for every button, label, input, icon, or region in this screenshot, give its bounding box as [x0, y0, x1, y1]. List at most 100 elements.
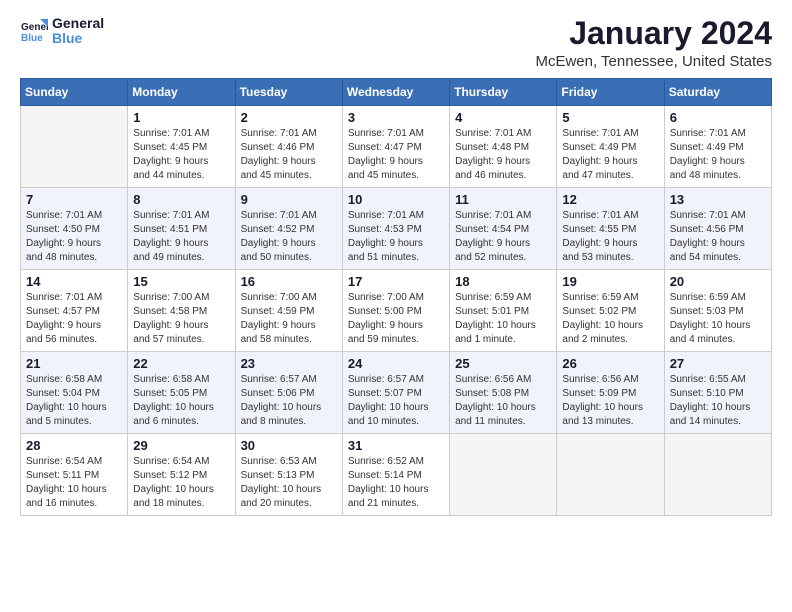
day-number: 15 — [133, 274, 229, 289]
month-title: January 2024 — [535, 16, 772, 51]
day-info: Sunrise: 6:54 AM Sunset: 5:12 PM Dayligh… — [133, 455, 229, 511]
day-info: Sunrise: 6:59 AM Sunset: 5:03 PM Dayligh… — [670, 291, 766, 347]
day-info: Sunrise: 7:01 AM Sunset: 4:53 PM Dayligh… — [348, 209, 444, 265]
day-number: 25 — [455, 356, 551, 371]
day-number: 21 — [26, 356, 122, 371]
week-row-1: 1Sunrise: 7:01 AM Sunset: 4:45 PM Daylig… — [21, 106, 772, 188]
day-info: Sunrise: 7:00 AM Sunset: 5:00 PM Dayligh… — [348, 291, 444, 347]
day-number: 10 — [348, 192, 444, 207]
day-number: 18 — [455, 274, 551, 289]
svg-text:General: General — [21, 22, 48, 33]
calendar-cell: 24 Sunrise: 6:57 AM Sunset: 5:07 PM Dayli… — [342, 352, 449, 434]
week-row-4: 21Sunrise: 6:58 AM Sunset: 5:04 PM Dayli… — [21, 352, 772, 434]
calendar-cell: 2 Sunrise: 7:01 AM Sunset: 4:46 PM Daylig… — [235, 106, 342, 188]
calendar-cell: 10 Sunrise: 7:01 AM Sunset: 4:53 PM Dayli… — [342, 188, 449, 270]
calendar-cell: 15 Sunrise: 7:00 AM Sunset: 4:58 PM Dayli… — [128, 270, 235, 352]
day-number: 16 — [241, 274, 337, 289]
day-number: 26 — [562, 356, 658, 371]
day-number: 2 — [241, 110, 337, 125]
day-info: Sunrise: 7:01 AM Sunset: 4:57 PM Dayligh… — [26, 291, 122, 347]
day-number: 29 — [133, 438, 229, 453]
day-info: Sunrise: 6:57 AM Sunset: 5:07 PM Dayligh… — [348, 373, 444, 429]
calendar-cell: 19 Sunrise: 6:59 AM Sunset: 5:02 PM Dayli… — [557, 270, 664, 352]
calendar-cell: 26 Sunrise: 6:56 AM Sunset: 5:09 PM Dayli… — [557, 352, 664, 434]
day-info: Sunrise: 6:57 AM Sunset: 5:06 PM Dayligh… — [241, 373, 337, 429]
calendar-cell: 29 Sunrise: 6:54 AM Sunset: 5:12 PM Dayli… — [128, 434, 235, 516]
calendar-cell: 13Sunrise: 7:01 AM Sunset: 4:56 PM Dayli… — [664, 188, 771, 270]
day-number: 1 — [133, 110, 229, 125]
header-wednesday: Wednesday — [342, 79, 449, 106]
calendar-cell: 6Sunrise: 7:01 AM Sunset: 4:49 PM Daylig… — [664, 106, 771, 188]
day-number: 23 — [241, 356, 337, 371]
header-saturday: Saturday — [664, 79, 771, 106]
calendar-table: SundayMondayTuesdayWednesdayThursdayFrid… — [20, 78, 772, 516]
day-info: Sunrise: 7:01 AM Sunset: 4:50 PM Dayligh… — [26, 209, 122, 265]
day-info: Sunrise: 7:01 AM Sunset: 4:51 PM Dayligh… — [133, 209, 229, 265]
calendar-cell: 7Sunrise: 7:01 AM Sunset: 4:50 PM Daylig… — [21, 188, 128, 270]
day-info: Sunrise: 6:59 AM Sunset: 5:02 PM Dayligh… — [562, 291, 658, 347]
day-info: Sunrise: 6:53 AM Sunset: 5:13 PM Dayligh… — [241, 455, 337, 511]
location: McEwen, Tennessee, United States — [535, 53, 772, 70]
day-number: 20 — [670, 274, 766, 289]
day-number: 8 — [133, 192, 229, 207]
day-number: 11 — [455, 192, 551, 207]
logo: General Blue General Blue — [20, 16, 104, 47]
calendar-cell: 3Sunrise: 7:01 AM Sunset: 4:47 PM Daylig… — [342, 106, 449, 188]
page-header: General Blue General Blue January 2024 M… — [20, 16, 772, 70]
calendar-cell: 17 Sunrise: 7:00 AM Sunset: 5:00 PM Dayli… — [342, 270, 449, 352]
calendar-cell: 25Sunrise: 6:56 AM Sunset: 5:08 PM Dayli… — [450, 352, 557, 434]
day-number: 3 — [348, 110, 444, 125]
calendar-cell: 4 Sunrise: 7:01 AM Sunset: 4:48 PM Daylig… — [450, 106, 557, 188]
day-info: Sunrise: 6:54 AM Sunset: 5:11 PM Dayligh… — [26, 455, 122, 511]
day-info: Sunrise: 7:01 AM Sunset: 4:54 PM Dayligh… — [455, 209, 551, 265]
calendar-cell: 31 Sunrise: 6:52 AM Sunset: 5:14 PM Dayli… — [342, 434, 449, 516]
day-info: Sunrise: 7:00 AM Sunset: 4:58 PM Dayligh… — [133, 291, 229, 347]
day-info: Sunrise: 7:01 AM Sunset: 4:46 PM Dayligh… — [241, 127, 337, 183]
calendar-cell — [664, 434, 771, 516]
day-number: 22 — [133, 356, 229, 371]
day-number: 4 — [455, 110, 551, 125]
header-sunday: Sunday — [21, 79, 128, 106]
day-number: 17 — [348, 274, 444, 289]
day-number: 31 — [348, 438, 444, 453]
day-info: Sunrise: 7:01 AM Sunset: 4:55 PM Dayligh… — [562, 209, 658, 265]
header-tuesday: Tuesday — [235, 79, 342, 106]
day-info: Sunrise: 6:58 AM Sunset: 5:05 PM Dayligh… — [133, 373, 229, 429]
calendar-cell — [21, 106, 128, 188]
day-number: 27 — [670, 356, 766, 371]
day-number: 9 — [241, 192, 337, 207]
day-info: Sunrise: 6:52 AM Sunset: 5:14 PM Dayligh… — [348, 455, 444, 511]
day-info: Sunrise: 6:56 AM Sunset: 5:09 PM Dayligh… — [562, 373, 658, 429]
calendar-cell: 11 Sunrise: 7:01 AM Sunset: 4:54 PM Dayli… — [450, 188, 557, 270]
calendar-cell: 18 Sunrise: 6:59 AM Sunset: 5:01 PM Dayli… — [450, 270, 557, 352]
calendar-cell — [557, 434, 664, 516]
calendar-cell — [450, 434, 557, 516]
calendar-cell: 28 Sunrise: 6:54 AM Sunset: 5:11 PM Dayli… — [21, 434, 128, 516]
week-row-2: 7Sunrise: 7:01 AM Sunset: 4:50 PM Daylig… — [21, 188, 772, 270]
calendar-cell: 1Sunrise: 7:01 AM Sunset: 4:45 PM Daylig… — [128, 106, 235, 188]
day-info: Sunrise: 7:01 AM Sunset: 4:48 PM Dayligh… — [455, 127, 551, 183]
header-friday: Friday — [557, 79, 664, 106]
logo-icon: General Blue — [20, 17, 48, 45]
logo-text-line1: General — [52, 16, 104, 31]
title-block: January 2024 McEwen, Tennessee, United S… — [535, 16, 772, 70]
day-number: 19 — [562, 274, 658, 289]
day-info: Sunrise: 6:59 AM Sunset: 5:01 PM Dayligh… — [455, 291, 551, 347]
calendar-cell: 5Sunrise: 7:01 AM Sunset: 4:49 PM Daylig… — [557, 106, 664, 188]
calendar-cell: 8 Sunrise: 7:01 AM Sunset: 4:51 PM Daylig… — [128, 188, 235, 270]
day-info: Sunrise: 7:01 AM Sunset: 4:56 PM Dayligh… — [670, 209, 766, 265]
day-info: Sunrise: 6:55 AM Sunset: 5:10 PM Dayligh… — [670, 373, 766, 429]
day-number: 14 — [26, 274, 122, 289]
day-number: 12 — [562, 192, 658, 207]
calendar-cell: 27 Sunrise: 6:55 AM Sunset: 5:10 PM Dayli… — [664, 352, 771, 434]
day-number: 24 — [348, 356, 444, 371]
day-number: 28 — [26, 438, 122, 453]
week-row-5: 28 Sunrise: 6:54 AM Sunset: 5:11 PM Dayli… — [21, 434, 772, 516]
day-info: Sunrise: 7:01 AM Sunset: 4:49 PM Dayligh… — [670, 127, 766, 183]
calendar-cell: 30Sunrise: 6:53 AM Sunset: 5:13 PM Dayli… — [235, 434, 342, 516]
calendar-cell: 12 Sunrise: 7:01 AM Sunset: 4:55 PM Dayli… — [557, 188, 664, 270]
day-info: Sunrise: 7:01 AM Sunset: 4:52 PM Dayligh… — [241, 209, 337, 265]
day-info: Sunrise: 7:00 AM Sunset: 4:59 PM Dayligh… — [241, 291, 337, 347]
day-info: Sunrise: 7:01 AM Sunset: 4:49 PM Dayligh… — [562, 127, 658, 183]
svg-text:Blue: Blue — [21, 33, 43, 44]
